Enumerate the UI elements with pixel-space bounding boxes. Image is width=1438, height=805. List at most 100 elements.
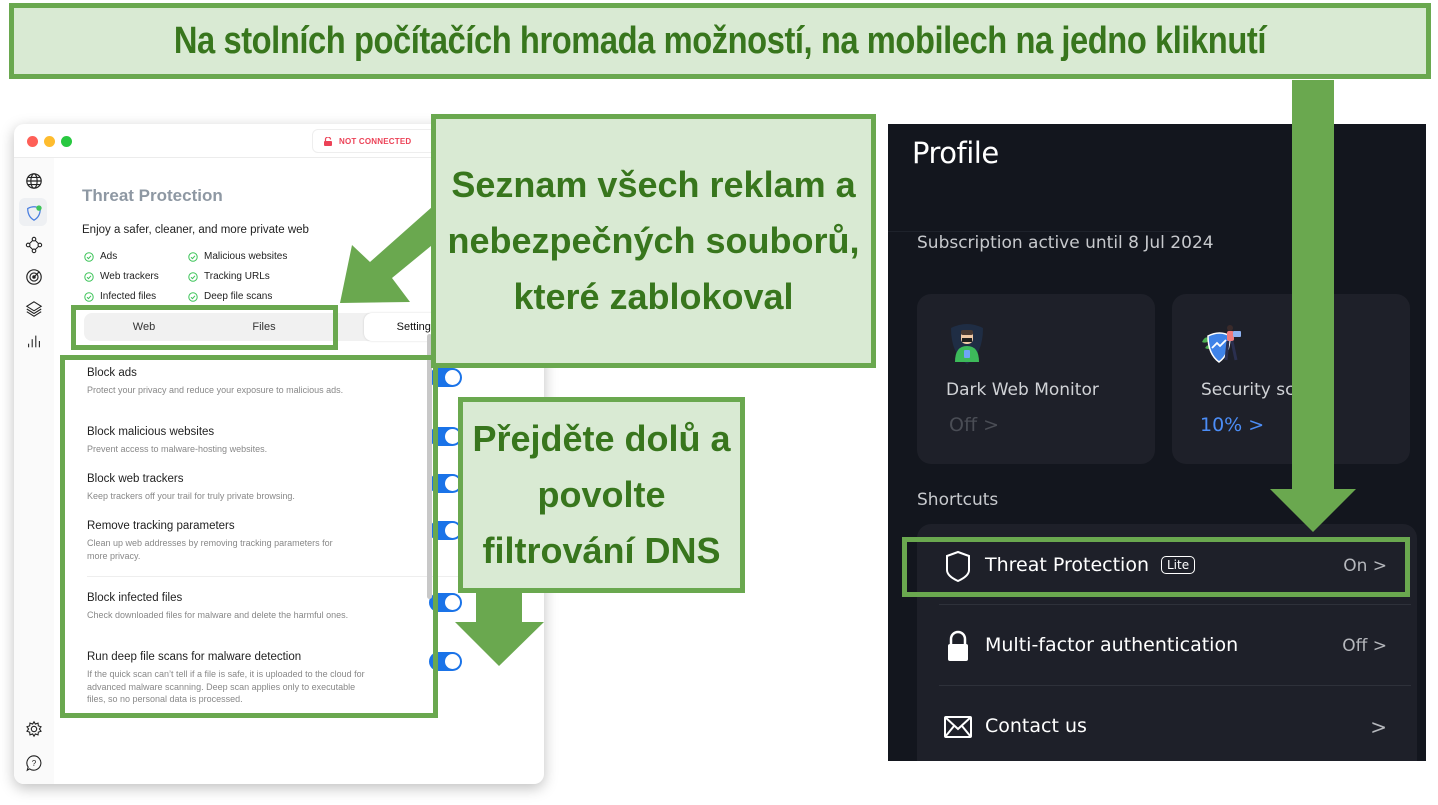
- check-circle-icon: [84, 271, 94, 282]
- chevron-right-icon: >: [1370, 715, 1387, 739]
- callout-text: Přejděte dolů a povolte filtrování DNS: [472, 418, 731, 571]
- card-value: Off >: [949, 414, 1000, 436]
- section-divider: [87, 576, 459, 577]
- layers-icon[interactable]: [23, 298, 45, 320]
- scrollbar[interactable]: [427, 334, 432, 599]
- page-title: Threat Protection: [82, 186, 223, 205]
- stats-bars-icon[interactable]: [23, 330, 45, 352]
- setting-description: Clean up web addresses by removing track…: [87, 538, 333, 561]
- shortcut-label: Threat Protection Lite: [985, 554, 1196, 576]
- shortcut-contact-us[interactable]: Contact us >: [917, 687, 1411, 761]
- blocked-list-callout: Seznam všech reklam a nebezpečných soubo…: [431, 114, 876, 368]
- setting-row: Remove tracking parameters Clean up web …: [87, 520, 462, 562]
- svg-text:?: ?: [32, 759, 37, 768]
- tab-files[interactable]: Files: [204, 313, 324, 341]
- section-label: Shortcuts: [917, 490, 999, 510]
- feature-label: Web trackers: [100, 271, 159, 282]
- setting-title: Block infected files: [87, 592, 183, 604]
- divider: [939, 604, 1411, 605]
- setting-row: Block malicious websites Prevent access …: [87, 426, 462, 456]
- security-score-value: 10% >: [1200, 414, 1265, 436]
- divider: [888, 231, 1188, 232]
- shortcut-value: On >: [1343, 556, 1387, 576]
- shortcut-value: Off >: [1342, 636, 1387, 656]
- check-circle-icon: [188, 251, 198, 262]
- block-ads-toggle[interactable]: [429, 368, 462, 387]
- zoom-window-button[interactable]: [61, 136, 72, 147]
- shortcut-mfa[interactable]: Multi-factor authentication Off >: [917, 606, 1411, 686]
- connection-status-text: NOT CONNECTED: [339, 136, 412, 146]
- setting-row: Block infected files Check downloaded fi…: [87, 592, 462, 622]
- person-shield-illustration-icon: [951, 324, 983, 364]
- setting-title: Block malicious websites: [87, 426, 215, 438]
- mesh-network-icon[interactable]: [23, 234, 45, 256]
- setting-description: Check downloaded files for malware and d…: [87, 610, 349, 620]
- feature-item: Web trackers: [84, 271, 159, 282]
- check-circle-icon: [188, 291, 198, 302]
- shortcut-threat-protection[interactable]: Threat Protection Lite On >: [917, 526, 1411, 606]
- setting-row: Block web trackers Keep trackers off you…: [87, 473, 462, 503]
- connection-status[interactable]: NOT CONNECTED: [312, 129, 442, 153]
- shortcut-list: Threat Protection Lite On > Multi-factor…: [917, 524, 1417, 761]
- chevron-right-icon: >: [1372, 636, 1387, 656]
- lite-badge: Lite: [1161, 556, 1196, 574]
- feature-label: Infected files: [100, 291, 157, 302]
- setting-description: If the quick scan can’t tell if a file i…: [87, 669, 365, 704]
- close-window-button[interactable]: [27, 136, 38, 147]
- annotated-screenshot: Na stolních počítačích hromada možností,…: [0, 0, 1438, 805]
- card-title: Dark Web Monitor: [946, 380, 1099, 400]
- check-circle-icon: [84, 251, 94, 262]
- gear-icon[interactable]: [23, 718, 45, 740]
- feature-item: Tracking URLs: [188, 271, 270, 282]
- lock-open-icon: [324, 136, 332, 146]
- banner-text: Na stolních počítačích hromada možností,…: [173, 19, 1267, 62]
- tab-bar: Web Files Settings: [84, 313, 469, 341]
- dns-filter-callout: Přejděte dolů a povolte filtrování DNS: [458, 397, 745, 593]
- sidebar: ?: [14, 158, 54, 784]
- feature-item: Ads: [84, 251, 117, 262]
- tab-web[interactable]: Web: [84, 313, 204, 341]
- feature-label: Ads: [100, 251, 118, 262]
- setting-row: Run deep file scans for malware detectio…: [87, 651, 462, 706]
- setting-row: Block ads Protect your privacy and reduc…: [87, 367, 462, 397]
- chevron-right-icon: >: [1372, 556, 1387, 576]
- page-title: Profile: [912, 136, 999, 170]
- deep-file-scan-toggle[interactable]: [429, 652, 462, 671]
- target-icon[interactable]: [23, 266, 45, 288]
- lock-icon: [948, 630, 968, 661]
- setting-description: Keep trackers off your trail for truly p…: [87, 491, 295, 501]
- help-bubble-icon[interactable]: ?: [23, 752, 45, 774]
- chevron-right-icon: >: [983, 414, 1000, 436]
- shortcut-label-text: Threat Protection: [985, 554, 1149, 576]
- check-circle-icon: [84, 291, 94, 302]
- card-title: Security sc: [1201, 380, 1295, 400]
- setting-description: Prevent access to malware-hosting websit…: [87, 444, 268, 454]
- shortcut-label: Contact us: [985, 715, 1087, 737]
- feature-item: Infected files: [84, 291, 156, 302]
- check-circle-icon: [188, 271, 198, 282]
- setting-title: Run deep file scans for malware detectio…: [87, 651, 302, 663]
- shield-illustration-icon: [1202, 325, 1241, 363]
- feature-label: Tracking URLs: [204, 271, 270, 282]
- feature-item: Deep file scans: [188, 291, 272, 302]
- feature-label: Deep file scans: [204, 291, 273, 302]
- callout-text: Seznam všech reklam a nebezpečných soubo…: [447, 164, 860, 317]
- feature-item: Malicious websites: [188, 251, 287, 262]
- block-infected-files-toggle[interactable]: [429, 593, 462, 612]
- setting-title: Remove tracking parameters: [87, 520, 235, 532]
- setting-description: Protect your privacy and reduce your exp…: [87, 385, 344, 395]
- subscription-status: Subscription active until 8 Jul 2024: [917, 233, 1214, 253]
- shield-icon[interactable]: [23, 202, 45, 224]
- page-subtitle: Enjoy a safer, cleaner, and more private…: [82, 224, 309, 236]
- minimize-window-button[interactable]: [44, 136, 55, 147]
- setting-title: Block web trackers: [87, 473, 184, 485]
- shield-outline-icon: [946, 550, 970, 582]
- feature-label: Malicious websites: [204, 251, 288, 262]
- divider: [939, 685, 1411, 686]
- globe-icon[interactable]: [23, 170, 45, 192]
- chevron-right-icon: >: [1248, 414, 1265, 436]
- security-score-card[interactable]: Security sc 10% >: [1172, 294, 1410, 464]
- dark-web-monitor-card[interactable]: Dark Web Monitor Off >: [917, 294, 1155, 464]
- banner-callout: Na stolních počítačích hromada možností,…: [9, 3, 1431, 79]
- setting-title: Block ads: [87, 367, 137, 379]
